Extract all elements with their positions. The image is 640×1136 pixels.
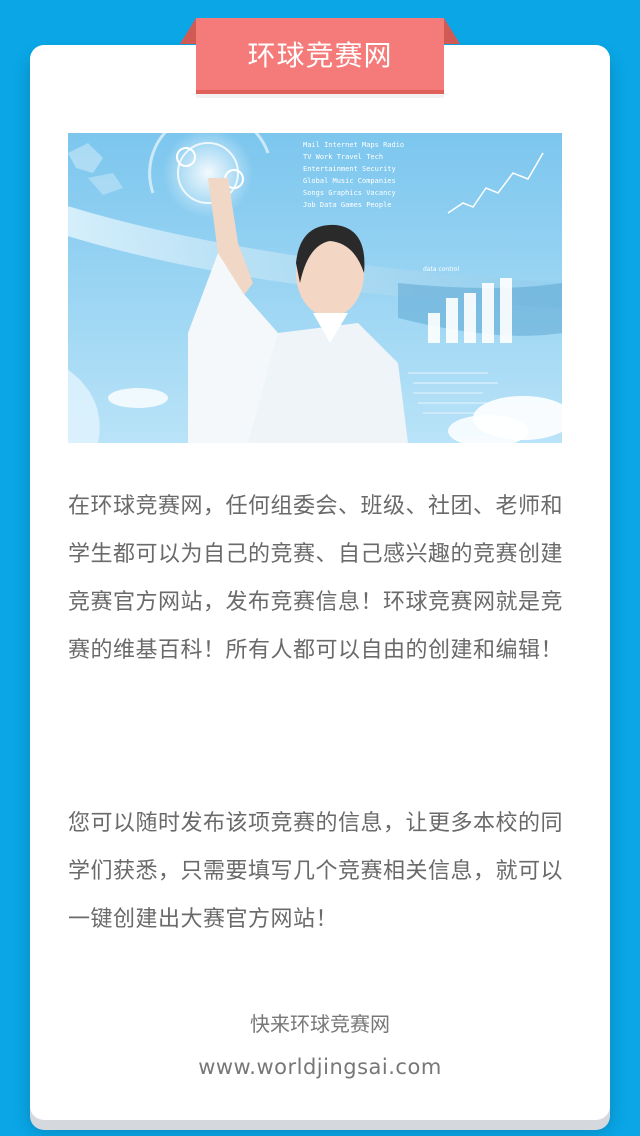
screen-text-line: Entertainment Security (303, 165, 396, 173)
hero-image: Mail Internet Maps Radio TV Work Travel … (68, 133, 562, 443)
page-title: 环球竞赛网 (247, 39, 393, 72)
screen-text-line: TV Work Travel Tech (303, 153, 383, 161)
feature-paragraph: 您可以随时发布该项竞赛的信息，让更多本校的同学们获悉，只需要填写几个竞赛相关信息… (68, 811, 564, 932)
footer-slogan: 快来环球竞赛网 (250, 1012, 390, 1036)
intro-paragraph: 在环球竞赛网，任何组委会、班级、社团、老师和学生都可以为自己的竞赛、自己感兴趣的… (68, 494, 564, 663)
ribbon-banner: 环球竞赛网 (196, 18, 444, 94)
title-ribbon: 环球竞赛网 (180, 18, 460, 98)
screen-text-line: Mail Internet Maps Radio (303, 141, 404, 149)
ribbon-fold-right (444, 18, 460, 44)
footer-url[interactable]: www.worldjingsai.com (30, 1055, 610, 1079)
ribbon-fold-left (180, 18, 196, 44)
screen-text-line: Global Music Companies (303, 177, 396, 185)
chart-caption: data control (423, 266, 460, 273)
hero-illustration: Mail Internet Maps Radio TV Work Travel … (68, 133, 562, 443)
screen-text-line: Job Data Games People (303, 201, 392, 209)
screen-text-line: Songs Graphics Vacancy (303, 189, 396, 197)
content-card: 环球竞赛网 Mail Internet Maps Radio TV Work T… (30, 18, 610, 1120)
